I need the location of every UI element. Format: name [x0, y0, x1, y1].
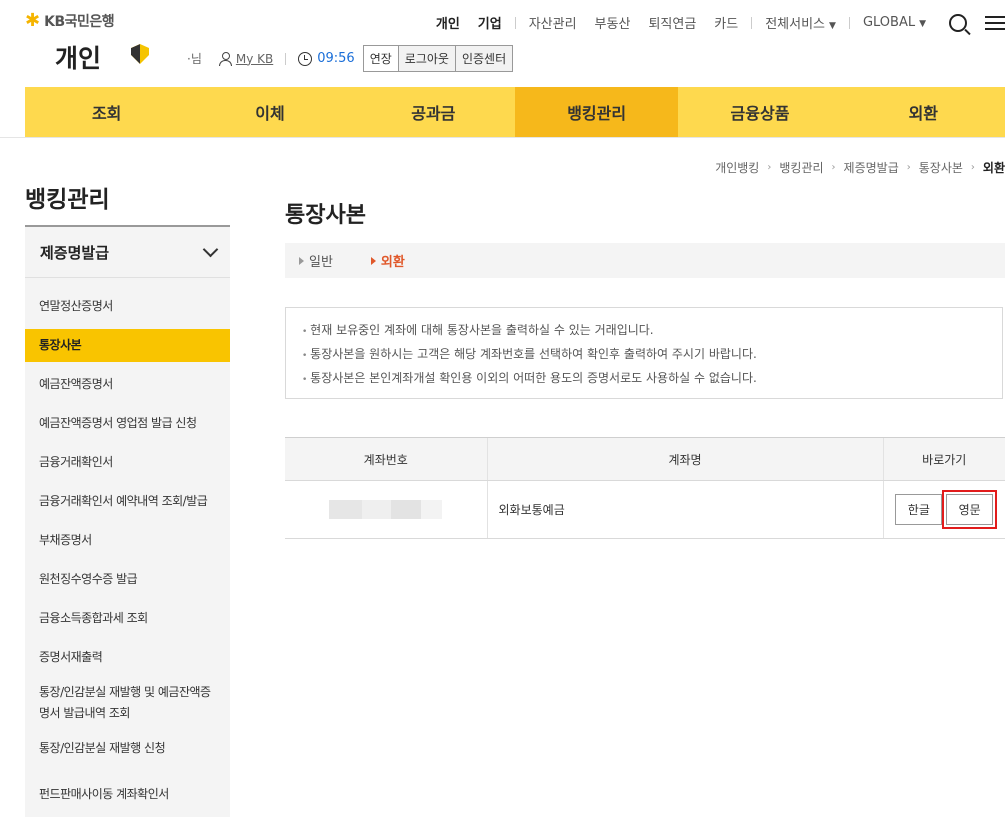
user-icon [218, 51, 232, 66]
sidebar-item-fund-transfer-cert[interactable]: 펀드판매사이동 계좌확인서 [25, 771, 230, 817]
sidebar-section-label: 제증명발급 [40, 243, 110, 262]
global-nav: 개인 기업 자산관리 부동산 퇴직연금 카드 전체서비스 ▼ GLOBAL ▼ [427, 13, 1005, 32]
gnb-corporate[interactable]: 기업 [478, 13, 502, 32]
global-label: GLOBAL [862, 15, 916, 30]
main-nav-transfer[interactable]: 이체 [188, 87, 351, 137]
tab-label: 일반 [309, 255, 333, 270]
divider [514, 16, 516, 29]
header-account-name: 계좌명 [486, 437, 883, 481]
user-bar: ·님 My KB 09:56 연장 로그아웃 인증센터 [187, 45, 514, 72]
sidebar-item-transaction-cert[interactable]: 금융거래확인서 [25, 446, 230, 479]
sidebar-item-balance-cert[interactable]: 예금잔액증명서 [25, 368, 230, 401]
shortcut-cell: 한글 영문 [882, 480, 1005, 539]
caret-down-icon: ▼ [919, 19, 926, 29]
breadcrumb-item[interactable]: 뱅킹관리 [779, 159, 823, 176]
tab-bar: 일반 외환 [285, 243, 1005, 278]
sidebar-item-debt-cert[interactable]: 부채증명서 [25, 524, 230, 557]
sidebar-item-lost-reissue-request[interactable]: 통장/인감분실 재발행 신청 [25, 732, 230, 765]
gnb-asset-mgmt[interactable]: 자산관리 [529, 13, 577, 32]
cert-center-button[interactable]: 인증센터 [454, 45, 514, 72]
main-nav: 조회 이체 공과금 뱅킹관리 금융상품 외환 [25, 87, 1005, 137]
sidebar-item-withholding-receipt[interactable]: 원천징수영수증 발급 [25, 563, 230, 596]
notice-box: 현재 보유중인 계좌에 대해 통장사본을 출력하실 수 있는 거래입니다. 통장… [285, 307, 1003, 399]
account-name-cell: 외화보통예금 [486, 480, 883, 539]
gnb-personal[interactable]: 개인 [436, 13, 460, 32]
sidebar-item-year-end-tax[interactable]: 연말정산증명서 [25, 290, 230, 323]
table-row: 외화보통예금 한글 영문 [285, 480, 1005, 539]
triangle-right-icon [299, 256, 304, 265]
chevron-right-icon: › [906, 162, 911, 173]
breadcrumb: 개인뱅킹 › 뱅킹관리 › 제증명발급 › 통장사본 › 외환 [715, 159, 1005, 176]
breadcrumb-item[interactable]: 통장사본 [919, 159, 963, 176]
main-nav-banking-mgmt[interactable]: 뱅킹관리 [514, 87, 679, 137]
gnb-all-services[interactable]: 전체서비스 ▼ [765, 13, 836, 32]
gnb-real-estate[interactable]: 부동산 [595, 13, 631, 32]
sidebar: 제증명발급 연말정산증명서 통장사본 예금잔액증명서 예금잔액증명서 영업점 발… [25, 225, 230, 823]
chevron-right-icon: › [970, 162, 975, 173]
sidebar-item-transaction-cert-reserve[interactable]: 금융거래확인서 예약내역 조회/발급 [25, 485, 230, 518]
brand-title[interactable]: 개인 [55, 39, 101, 75]
triangle-right-icon [370, 256, 376, 265]
session-timer: 09:56 [317, 51, 355, 66]
main-nav-products[interactable]: 금융상품 [678, 87, 841, 137]
korean-copy-button[interactable]: 한글 [895, 494, 943, 525]
chevron-down-icon [202, 241, 219, 257]
header-shortcut: 바로가기 [882, 437, 1005, 481]
english-copy-button[interactable]: 영문 [942, 490, 998, 529]
chevron-right-icon: › [831, 162, 836, 173]
gnb-global[interactable]: GLOBAL ▼ [863, 15, 926, 30]
user-name: ·님 [187, 52, 202, 66]
sidebar-section-toggle[interactable]: 제증명발급 [25, 227, 230, 278]
breadcrumb-item[interactable]: 제증명발급 [844, 159, 899, 176]
masked-account-number [329, 500, 443, 519]
notice-item: 통장사본은 본인계좌개설 확인용 이외의 어떠한 용도의 증명서로도 사용하실 … [302, 370, 1002, 389]
hamburger-menu-icon[interactable] [985, 15, 1005, 30]
page-title: 통장사본 [285, 203, 366, 228]
kb-logo[interactable]: ✱ KB국민은행 [25, 10, 115, 31]
main-nav-inquiry[interactable]: 조회 [25, 87, 188, 137]
caret-down-icon: ▼ [829, 21, 836, 31]
notice-item: 현재 보유중인 계좌에 대해 통장사본을 출력하실 수 있는 거래입니다. [302, 322, 1002, 341]
sidebar-title: 뱅킹관리 [25, 187, 110, 213]
tab-label: 외환 [380, 255, 405, 270]
divider [848, 16, 850, 29]
main-nav-forex[interactable]: 외환 [842, 87, 1005, 137]
account-number-cell [285, 480, 487, 539]
notice-item: 통장사본을 원하시는 고객은 해당 계좌번호를 선택하여 확인후 출력하여 주시… [302, 346, 1002, 365]
sidebar-item-lost-reissue-history[interactable]: 통장/인감분실 재발행 및 예금잔액증명서 발급내역 조회 [25, 680, 230, 726]
session-buttons: 연장 로그아웃 인증센터 [362, 45, 514, 72]
divider [285, 52, 287, 65]
clock-icon [298, 51, 313, 66]
sidebar-list: 연말정산증명서 통장사본 예금잔액증명서 예금잔액증명서 영업점 발급 신청 금… [25, 278, 230, 817]
mykb-link[interactable]: My KB [236, 52, 273, 66]
breadcrumb-item[interactable]: 개인뱅킹 [715, 159, 759, 176]
extend-button[interactable]: 연장 [362, 45, 399, 72]
chevron-right-icon: › [767, 162, 772, 173]
sidebar-item-balance-cert-branch[interactable]: 예금잔액증명서 영업점 발급 신청 [25, 407, 230, 440]
header-account-number: 계좌번호 [285, 437, 487, 481]
all-services-label: 전체서비스 [765, 17, 826, 32]
account-table: 계좌번호 계좌명 바로가기 외화보통예금 한글 영문 [285, 437, 1005, 539]
breadcrumb-current: 외환 [982, 161, 1005, 175]
search-icon[interactable] [949, 13, 967, 32]
sidebar-item-bankbook-copy[interactable]: 통장사본 [25, 329, 230, 362]
sidebar-item-income-tax[interactable]: 금융소득종합과세 조회 [25, 602, 230, 635]
tab-general[interactable]: 일반 [299, 251, 333, 270]
kb-star-icon: ✱ [25, 10, 41, 31]
logout-button[interactable]: 로그아웃 [397, 45, 456, 72]
table-header-row: 계좌번호 계좌명 바로가기 [285, 437, 1005, 481]
main-nav-utility[interactable]: 공과금 [352, 87, 515, 137]
logo-text: KB국민은행 [44, 14, 115, 30]
security-shield-icon[interactable] [131, 44, 149, 64]
gnb-pension[interactable]: 퇴직연금 [648, 13, 696, 32]
divider [751, 16, 753, 29]
sidebar-item-reprint[interactable]: 증명서재출력 [25, 641, 230, 674]
divider [0, 137, 1005, 138]
tab-forex[interactable]: 외환 [370, 251, 405, 270]
gnb-card[interactable]: 카드 [714, 13, 738, 32]
